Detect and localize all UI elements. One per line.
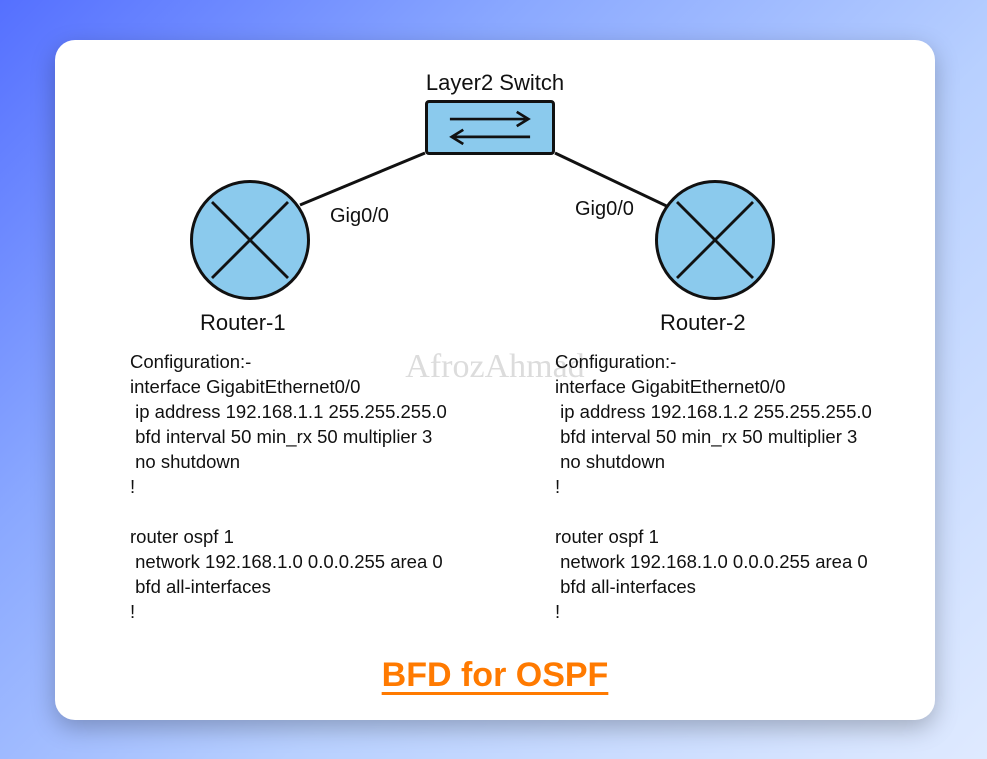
router-2-configuration: Configuration:- interface GigabitEtherne… [555,350,872,625]
layer2-switch-icon [425,100,555,155]
router-1-icon [190,180,310,300]
router-2-label: Router-2 [660,310,746,336]
router-2-icon [655,180,775,300]
router-2-interface-label: Gig0/0 [575,198,634,221]
switch-label: Layer2 Switch [55,70,935,96]
router-1-interface-label: Gig0/0 [330,205,389,228]
diagram-title: BFD for OSPF [55,656,935,695]
diagram-card: Layer2 Switch Router-1 Gig0/0 Router-2 G… [55,40,935,720]
router-1-label: Router-1 [200,310,286,336]
router-1-configuration: Configuration:- interface GigabitEtherne… [130,350,447,625]
